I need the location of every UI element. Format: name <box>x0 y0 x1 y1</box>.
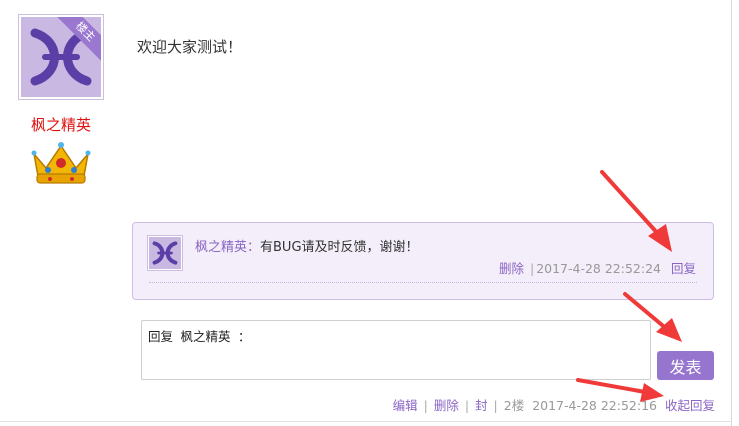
reply-item: 枫之精英：有BUG请及时反馈，谢谢！ 删除 | 2017-4-28 22:52:2… <box>132 222 714 300</box>
floor-number: 2楼 <box>503 398 525 413</box>
separator: | <box>423 398 428 413</box>
separator: | <box>529 261 535 276</box>
delete-link[interactable]: 删除 <box>434 398 459 413</box>
reply-textarea[interactable]: 回复 枫之精英 ： <box>141 320 651 380</box>
edit-link[interactable]: 编辑 <box>393 398 418 413</box>
submit-button[interactable]: 发表 <box>657 351 714 380</box>
reply-divider <box>149 282 697 283</box>
reply-timestamp: 2017-4-28 22:52:24 <box>536 261 661 276</box>
separator: | <box>464 398 470 413</box>
reply-avatar-image <box>149 237 181 269</box>
collapse-replies-link[interactable]: 收起回复 <box>665 398 715 413</box>
crown-icon <box>31 142 91 184</box>
avatar-logo-icon <box>152 241 178 265</box>
author-name[interactable]: 枫之精英 <box>18 114 104 135</box>
post-content: 欢迎大家测试！ <box>137 38 243 56</box>
floor-divider <box>0 421 731 422</box>
post-timestamp: 2017-4-28 22:52:16 <box>532 398 657 413</box>
separator: | <box>493 398 498 413</box>
reply-line: 枫之精英：有BUG请及时反馈，谢谢！ <box>195 236 419 255</box>
reply-delete-link[interactable]: 删除 <box>499 261 524 276</box>
reply-avatar[interactable] <box>147 235 183 271</box>
reply-meta: 删除 | 2017-4-28 22:52:24 回复 <box>499 258 696 277</box>
reply-link[interactable]: 回复 <box>671 261 696 276</box>
avatar-image: 楼主 <box>21 17 101 97</box>
reply-text: 有BUG请及时反馈，谢谢！ <box>260 240 419 255</box>
post-actions: 编辑 | 删除 | 封 | 2楼 2017-4-28 22:52:16 收起回复 <box>393 395 715 414</box>
page-right-border <box>731 0 732 426</box>
reply-author[interactable]: 枫之精英： <box>195 240 260 255</box>
ban-link[interactable]: 封 <box>475 398 488 413</box>
author-avatar[interactable]: 楼主 <box>18 14 104 100</box>
